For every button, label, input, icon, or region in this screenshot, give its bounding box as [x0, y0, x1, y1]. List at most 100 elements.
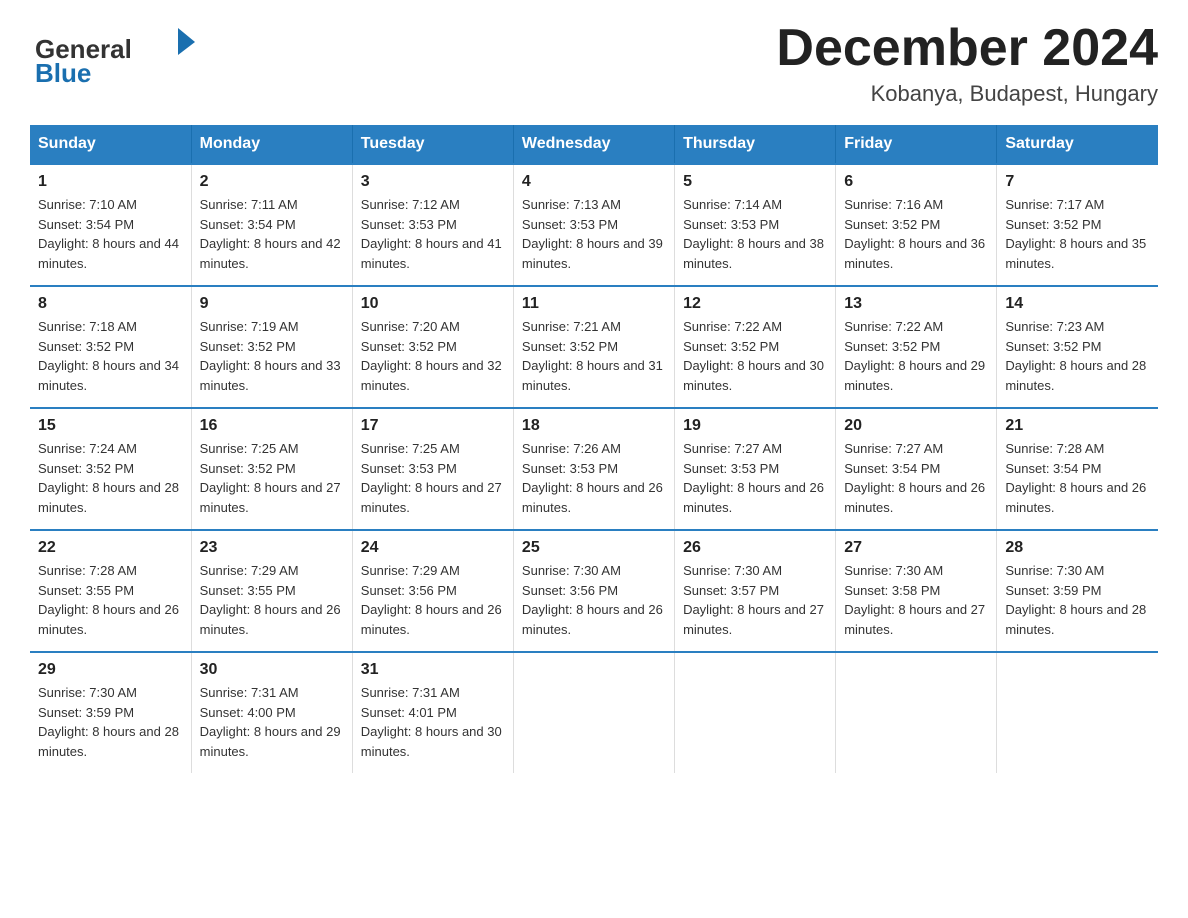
day-info: Sunrise: 7:22 AM Sunset: 3:52 PM Dayligh… — [683, 317, 827, 395]
table-row: 18 Sunrise: 7:26 AM Sunset: 3:53 PM Dayl… — [513, 408, 674, 530]
daylight-label: Daylight: 8 hours and 36 minutes. — [844, 236, 985, 271]
sunrise-label: Sunrise: 7:23 AM — [1005, 319, 1104, 334]
day-number: 4 — [522, 173, 666, 191]
sunrise-label: Sunrise: 7:18 AM — [38, 319, 137, 334]
table-row: 21 Sunrise: 7:28 AM Sunset: 3:54 PM Dayl… — [997, 408, 1158, 530]
sunrise-label: Sunrise: 7:30 AM — [1005, 563, 1104, 578]
day-info: Sunrise: 7:24 AM Sunset: 3:52 PM Dayligh… — [38, 439, 183, 517]
table-row: 28 Sunrise: 7:30 AM Sunset: 3:59 PM Dayl… — [997, 530, 1158, 652]
table-row: 15 Sunrise: 7:24 AM Sunset: 3:52 PM Dayl… — [30, 408, 191, 530]
sunrise-label: Sunrise: 7:30 AM — [683, 563, 782, 578]
day-number: 18 — [522, 417, 666, 435]
table-row: 26 Sunrise: 7:30 AM Sunset: 3:57 PM Dayl… — [675, 530, 836, 652]
sunset-label: Sunset: 3:59 PM — [1005, 583, 1101, 598]
sunrise-label: Sunrise: 7:29 AM — [200, 563, 299, 578]
svg-text:Blue: Blue — [35, 58, 91, 88]
day-number: 5 — [683, 173, 827, 191]
sunrise-label: Sunrise: 7:14 AM — [683, 197, 782, 212]
sunrise-label: Sunrise: 7:25 AM — [200, 441, 299, 456]
sunset-label: Sunset: 3:53 PM — [361, 461, 457, 476]
day-info: Sunrise: 7:23 AM Sunset: 3:52 PM Dayligh… — [1005, 317, 1150, 395]
sunset-label: Sunset: 3:52 PM — [844, 217, 940, 232]
sunset-label: Sunset: 3:53 PM — [683, 217, 779, 232]
sunrise-label: Sunrise: 7:11 AM — [200, 197, 298, 212]
table-row — [513, 652, 674, 773]
sunset-label: Sunset: 3:55 PM — [38, 583, 134, 598]
day-number: 1 — [38, 173, 183, 191]
daylight-label: Daylight: 8 hours and 33 minutes. — [200, 358, 341, 393]
daylight-label: Daylight: 8 hours and 26 minutes. — [683, 480, 824, 515]
day-number: 15 — [38, 417, 183, 435]
day-info: Sunrise: 7:17 AM Sunset: 3:52 PM Dayligh… — [1005, 195, 1150, 273]
day-info: Sunrise: 7:18 AM Sunset: 3:52 PM Dayligh… — [38, 317, 183, 395]
day-info: Sunrise: 7:30 AM Sunset: 3:59 PM Dayligh… — [38, 683, 183, 761]
day-info: Sunrise: 7:29 AM Sunset: 3:55 PM Dayligh… — [200, 561, 344, 639]
month-title: December 2024 — [776, 20, 1158, 77]
sunrise-label: Sunrise: 7:29 AM — [361, 563, 460, 578]
day-info: Sunrise: 7:30 AM Sunset: 3:58 PM Dayligh… — [844, 561, 988, 639]
table-row: 5 Sunrise: 7:14 AM Sunset: 3:53 PM Dayli… — [675, 164, 836, 286]
daylight-label: Daylight: 8 hours and 27 minutes. — [683, 602, 824, 637]
day-info: Sunrise: 7:28 AM Sunset: 3:55 PM Dayligh… — [38, 561, 183, 639]
day-number: 14 — [1005, 295, 1150, 313]
table-row: 2 Sunrise: 7:11 AM Sunset: 3:54 PM Dayli… — [191, 164, 352, 286]
sunrise-label: Sunrise: 7:25 AM — [361, 441, 460, 456]
table-row: 1 Sunrise: 7:10 AM Sunset: 3:54 PM Dayli… — [30, 164, 191, 286]
day-info: Sunrise: 7:19 AM Sunset: 3:52 PM Dayligh… — [200, 317, 344, 395]
sunset-label: Sunset: 4:00 PM — [200, 705, 296, 720]
sunrise-label: Sunrise: 7:30 AM — [844, 563, 943, 578]
sunset-label: Sunset: 3:58 PM — [844, 583, 940, 598]
day-info: Sunrise: 7:30 AM Sunset: 3:57 PM Dayligh… — [683, 561, 827, 639]
table-row: 19 Sunrise: 7:27 AM Sunset: 3:53 PM Dayl… — [675, 408, 836, 530]
daylight-label: Daylight: 8 hours and 35 minutes. — [1005, 236, 1146, 271]
day-number: 3 — [361, 173, 505, 191]
daylight-label: Daylight: 8 hours and 31 minutes. — [522, 358, 663, 393]
col-tuesday: Tuesday — [352, 125, 513, 164]
table-row: 16 Sunrise: 7:25 AM Sunset: 3:52 PM Dayl… — [191, 408, 352, 530]
table-row: 14 Sunrise: 7:23 AM Sunset: 3:52 PM Dayl… — [997, 286, 1158, 408]
sunrise-label: Sunrise: 7:26 AM — [522, 441, 621, 456]
daylight-label: Daylight: 8 hours and 42 minutes. — [200, 236, 341, 271]
table-row: 7 Sunrise: 7:17 AM Sunset: 3:52 PM Dayli… — [997, 164, 1158, 286]
day-info: Sunrise: 7:16 AM Sunset: 3:52 PM Dayligh… — [844, 195, 988, 273]
daylight-label: Daylight: 8 hours and 41 minutes. — [361, 236, 502, 271]
sunrise-label: Sunrise: 7:16 AM — [844, 197, 943, 212]
sunrise-label: Sunrise: 7:31 AM — [361, 685, 460, 700]
table-row: 6 Sunrise: 7:16 AM Sunset: 3:52 PM Dayli… — [836, 164, 997, 286]
sunrise-label: Sunrise: 7:28 AM — [1005, 441, 1104, 456]
day-number: 24 — [361, 539, 505, 557]
sunset-label: Sunset: 3:54 PM — [200, 217, 296, 232]
sunset-label: Sunset: 3:53 PM — [683, 461, 779, 476]
daylight-label: Daylight: 8 hours and 34 minutes. — [38, 358, 179, 393]
table-row: 29 Sunrise: 7:30 AM Sunset: 3:59 PM Dayl… — [30, 652, 191, 773]
day-info: Sunrise: 7:29 AM Sunset: 3:56 PM Dayligh… — [361, 561, 505, 639]
sunrise-label: Sunrise: 7:10 AM — [38, 197, 137, 212]
day-number: 31 — [361, 661, 505, 679]
calendar-body: 1 Sunrise: 7:10 AM Sunset: 3:54 PM Dayli… — [30, 164, 1158, 773]
sunset-label: Sunset: 3:53 PM — [522, 461, 618, 476]
sunrise-label: Sunrise: 7:12 AM — [361, 197, 460, 212]
sunset-label: Sunset: 3:59 PM — [38, 705, 134, 720]
daylight-label: Daylight: 8 hours and 28 minutes. — [1005, 602, 1146, 637]
sunrise-label: Sunrise: 7:27 AM — [844, 441, 943, 456]
sunrise-label: Sunrise: 7:13 AM — [522, 197, 621, 212]
col-saturday: Saturday — [997, 125, 1158, 164]
sunset-label: Sunset: 3:55 PM — [200, 583, 296, 598]
col-thursday: Thursday — [675, 125, 836, 164]
day-number: 20 — [844, 417, 988, 435]
day-info: Sunrise: 7:11 AM Sunset: 3:54 PM Dayligh… — [200, 195, 344, 273]
day-number: 30 — [200, 661, 344, 679]
daylight-label: Daylight: 8 hours and 26 minutes. — [844, 480, 985, 515]
daylight-label: Daylight: 8 hours and 44 minutes. — [38, 236, 179, 271]
day-number: 29 — [38, 661, 183, 679]
table-row: 8 Sunrise: 7:18 AM Sunset: 3:52 PM Dayli… — [30, 286, 191, 408]
daylight-label: Daylight: 8 hours and 28 minutes. — [38, 724, 179, 759]
sunset-label: Sunset: 3:57 PM — [683, 583, 779, 598]
sunset-label: Sunset: 3:52 PM — [361, 339, 457, 354]
table-row: 31 Sunrise: 7:31 AM Sunset: 4:01 PM Dayl… — [352, 652, 513, 773]
sunrise-label: Sunrise: 7:19 AM — [200, 319, 299, 334]
sunset-label: Sunset: 3:52 PM — [522, 339, 618, 354]
col-monday: Monday — [191, 125, 352, 164]
day-number: 2 — [200, 173, 344, 191]
day-info: Sunrise: 7:28 AM Sunset: 3:54 PM Dayligh… — [1005, 439, 1150, 517]
